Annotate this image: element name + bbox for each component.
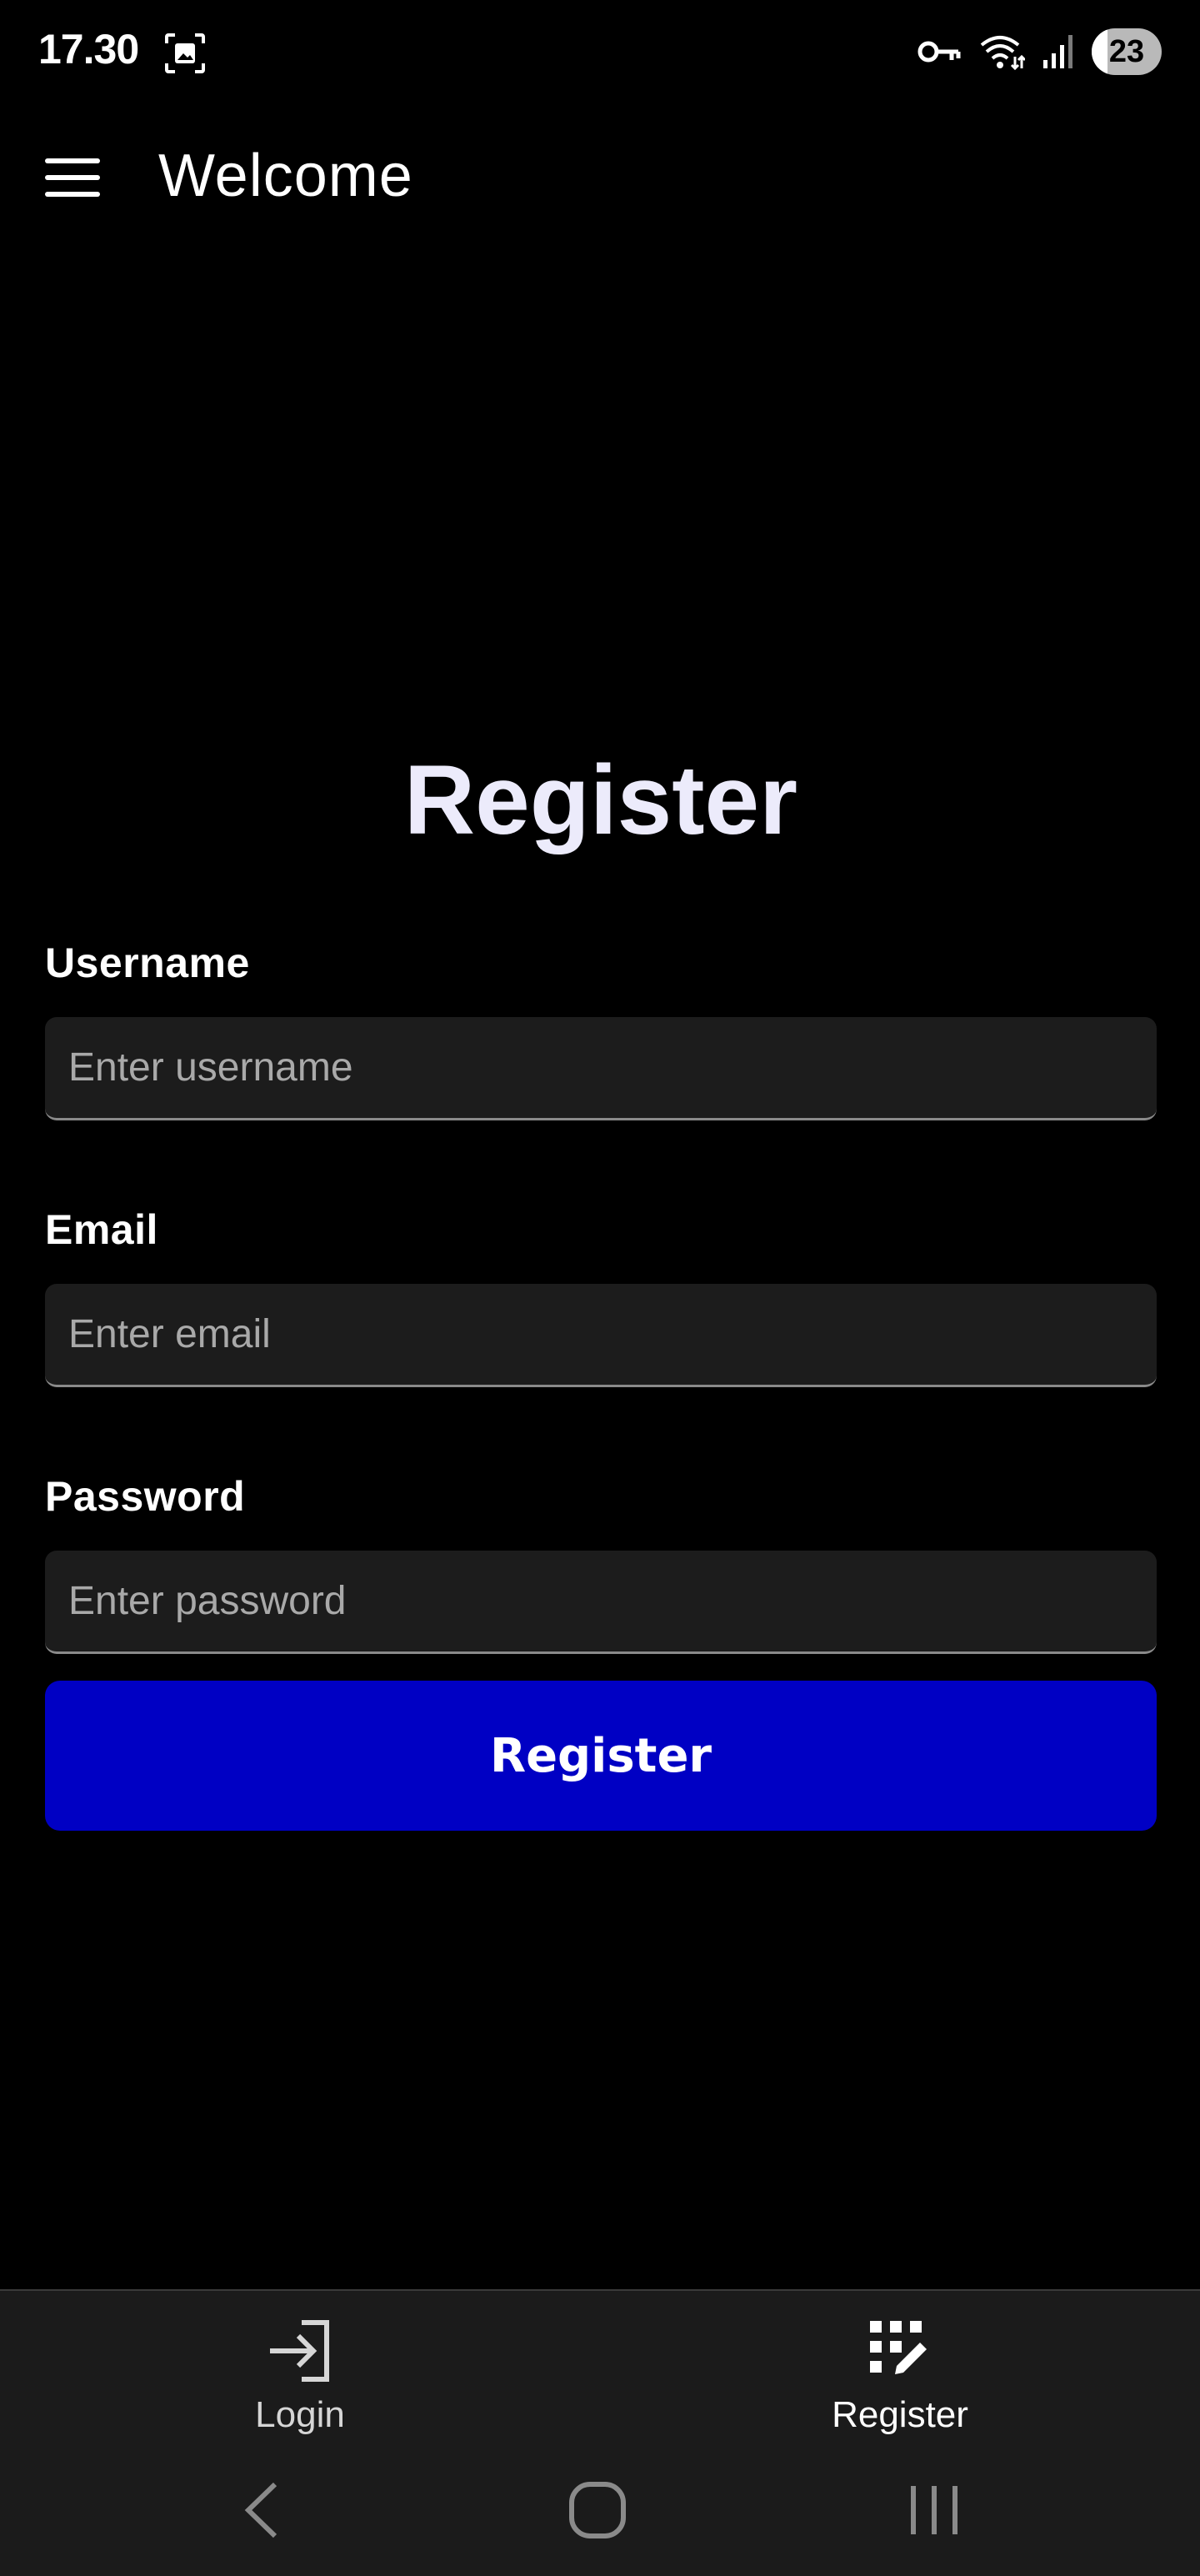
- battery-icon: 23: [1092, 28, 1162, 75]
- bottom-nav: Login Register: [0, 2289, 1200, 2576]
- vpn-key-icon: [918, 41, 961, 63]
- recent-apps-icon[interactable]: [897, 2473, 972, 2548]
- register-icon: [870, 2321, 927, 2374]
- home-icon[interactable]: [560, 2473, 635, 2548]
- email-label: Email: [45, 1206, 158, 1253]
- username-input[interactable]: [45, 1017, 1157, 1120]
- nav-item-login[interactable]: Login: [175, 2316, 425, 2458]
- email-group: Email: [45, 1200, 1157, 1387]
- password-input[interactable]: [45, 1551, 1157, 1654]
- back-icon[interactable]: [227, 2473, 302, 2548]
- nav-label-login: Login: [255, 2394, 345, 2435]
- status-bar: 17.30 23: [0, 0, 1200, 108]
- app-title: Welcome: [158, 143, 413, 209]
- system-nav-bar: [0, 2458, 1200, 2558]
- screenshot-icon: [165, 33, 205, 73]
- status-icons: 23: [917, 27, 1162, 77]
- register-form: Register Username Email Password: [45, 734, 1157, 1654]
- signal-icon: [1043, 35, 1072, 68]
- nav-label-register: Register: [832, 2394, 968, 2435]
- email-input[interactable]: [45, 1284, 1157, 1387]
- battery-level: 23: [1108, 33, 1145, 69]
- username-group: Username: [45, 934, 1157, 1120]
- form-title: Register: [403, 745, 798, 855]
- wifi-icon: [980, 36, 1025, 71]
- username-label: Username: [45, 940, 250, 986]
- register-button[interactable]: Register: [45, 1681, 1157, 1831]
- password-group: Password: [45, 1467, 1157, 1654]
- hamburger-menu-icon[interactable]: [45, 158, 100, 197]
- battery-fill: [1092, 28, 1108, 75]
- app-bar: Welcome: [0, 108, 1200, 233]
- status-time: 17.30: [38, 26, 139, 73]
- password-label: Password: [45, 1473, 246, 1520]
- login-icon: [270, 2320, 329, 2382]
- nav-item-register[interactable]: Register: [775, 2316, 1025, 2458]
